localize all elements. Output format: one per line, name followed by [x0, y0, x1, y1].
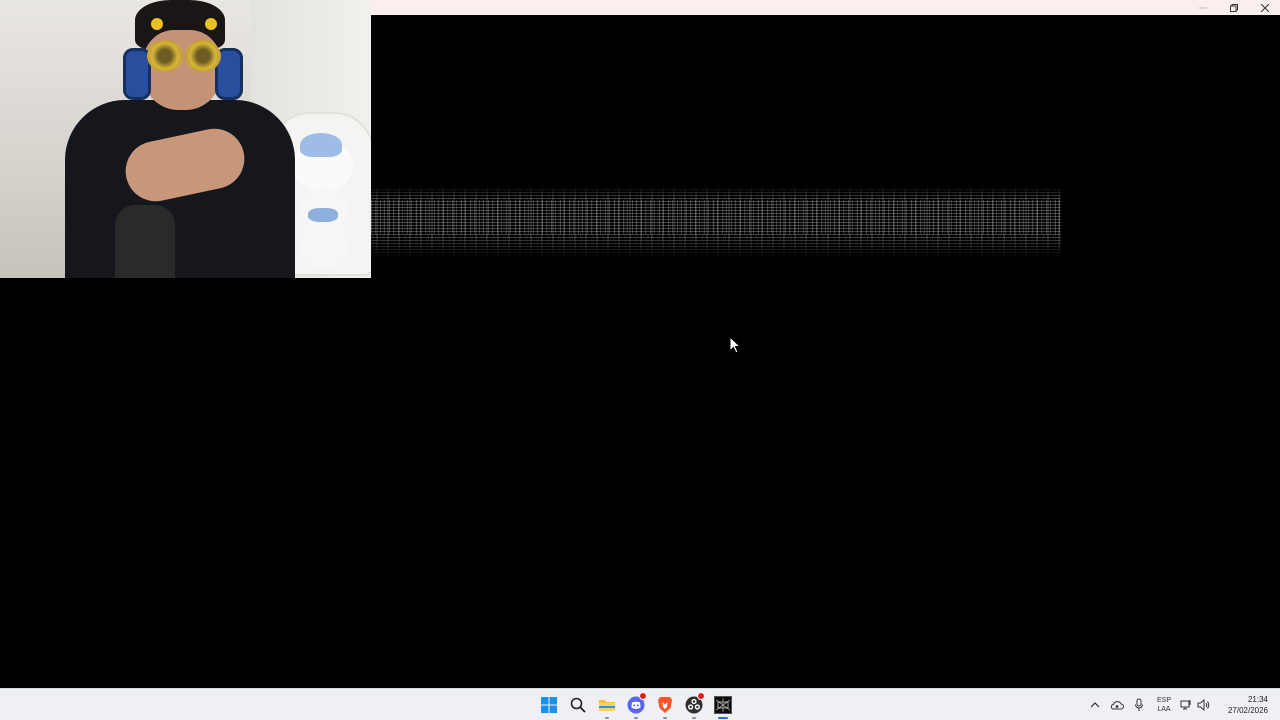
- search-button[interactable]: [566, 690, 590, 720]
- notification-badge: [639, 692, 647, 700]
- keyboard-layout: LAA: [1157, 706, 1171, 713]
- window-controls: [1187, 0, 1280, 15]
- input-language-button[interactable]: ESP LAA: [1150, 689, 1178, 720]
- cloud-sync-icon: [1110, 701, 1124, 710]
- taskbar-apps: [537, 689, 735, 720]
- volume-tray-button[interactable]: [1194, 689, 1212, 720]
- chevron-up-icon: [1090, 702, 1100, 708]
- close-icon: [1260, 3, 1269, 12]
- game-app-icon: [714, 696, 732, 714]
- microphone-tray-button[interactable]: [1128, 689, 1150, 720]
- search-icon: [570, 697, 586, 713]
- taskbar-game-app[interactable]: [711, 690, 735, 720]
- network-icon: [1180, 700, 1191, 710]
- minimize-icon: [1198, 7, 1207, 8]
- glitch-noise-band: [371, 186, 1061, 258]
- restore-button[interactable]: [1218, 0, 1249, 15]
- taskbar-obs[interactable]: [682, 690, 706, 720]
- clock-button[interactable]: 21:34 27/02/2026: [1212, 689, 1280, 720]
- desktop-screen: ESP LAA 21:34 27/02/2026: [0, 0, 1280, 720]
- microphone-icon: [1135, 698, 1143, 711]
- restore-icon: [1229, 3, 1238, 12]
- close-button[interactable]: [1249, 0, 1280, 15]
- clock-time: 21:34: [1247, 695, 1268, 704]
- clock-date: 27/02/2026: [1227, 706, 1268, 715]
- minimize-button[interactable]: [1187, 0, 1218, 15]
- onedrive-tray-button[interactable]: [1106, 689, 1128, 720]
- streamer-person: [55, 0, 305, 278]
- start-button[interactable]: [537, 690, 561, 720]
- webcam-overlay: [0, 0, 371, 278]
- windows-start-icon: [541, 697, 557, 713]
- speaker-icon: [1197, 699, 1209, 711]
- taskbar-file-explorer[interactable]: [595, 690, 619, 720]
- novelty-glasses: [147, 40, 221, 72]
- window-titlebar[interactable]: [371, 0, 1280, 15]
- network-tray-button[interactable]: [1178, 689, 1194, 720]
- system-tray: ESP LAA 21:34 27/02/2026: [1084, 689, 1280, 720]
- recording-badge: [697, 692, 705, 700]
- language-code: ESP: [1156, 697, 1171, 704]
- taskbar-discord[interactable]: [624, 690, 648, 720]
- mouse-cursor-icon: [729, 336, 741, 354]
- show-hidden-icons-button[interactable]: [1084, 689, 1106, 720]
- brave-browser-icon: [658, 697, 672, 713]
- taskbar: ESP LAA 21:34 27/02/2026: [0, 688, 1280, 720]
- taskbar-brave[interactable]: [653, 690, 677, 720]
- folder-icon: [599, 700, 615, 711]
